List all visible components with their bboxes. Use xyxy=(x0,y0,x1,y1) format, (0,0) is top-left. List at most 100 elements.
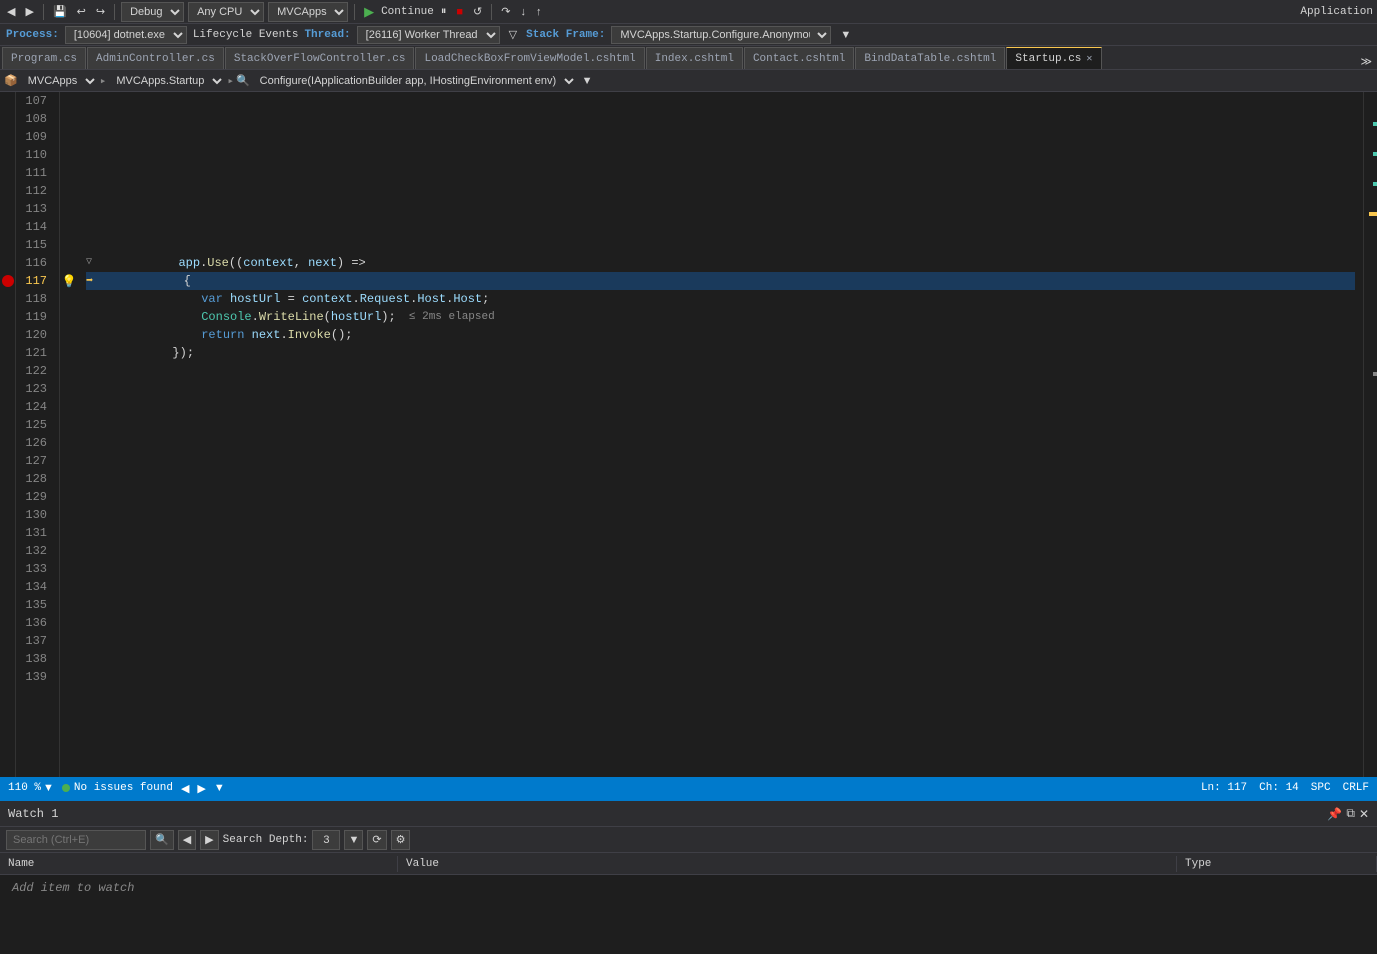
right-marker-1 xyxy=(1373,122,1377,126)
step-into-btn[interactable]: ↓ xyxy=(517,5,529,19)
ln-118: 118 xyxy=(20,290,51,308)
lg-108 xyxy=(60,110,78,128)
ln-128: 128 xyxy=(20,470,51,488)
code-line-125 xyxy=(86,416,1355,434)
code-line-126 xyxy=(86,434,1355,452)
ln-110: 110 xyxy=(20,146,51,164)
code-line-124 xyxy=(86,398,1355,416)
watch-depth-input[interactable] xyxy=(312,830,340,850)
toolbar-undo-btn[interactable]: ↩ xyxy=(74,4,89,19)
code-120-sp xyxy=(244,326,251,344)
navigation-back-btn[interactable]: ◀ xyxy=(181,782,189,795)
code-line-132 xyxy=(86,542,1355,560)
stop-btn[interactable]: ■ xyxy=(453,5,466,19)
process-dropdown[interactable]: [10604] dotnet.exe xyxy=(65,26,187,44)
code-line-131 xyxy=(86,524,1355,542)
lg-117: 💡 xyxy=(60,272,78,290)
issues-dropdown-btn[interactable]: ▼ xyxy=(214,782,225,794)
code-121-content: }); xyxy=(86,344,194,362)
pause-btn[interactable]: ⏸ xyxy=(438,4,450,19)
step-over-btn[interactable]: ↷ xyxy=(498,4,513,19)
status-right: Ln: 117 Ch: 14 SPC CRLF xyxy=(1201,782,1369,794)
tab-binddatatable[interactable]: BindDataTable.cshtml xyxy=(855,47,1005,69)
cpu-dropdown[interactable]: Any CPU xyxy=(188,2,264,22)
breadcrumb-method-dropdown[interactable]: Configure(IApplicationBuilder app, IHost… xyxy=(252,73,577,89)
code-line-128 xyxy=(86,470,1355,488)
ln-115: 115 xyxy=(20,236,51,254)
col-info: Ch: 14 xyxy=(1259,782,1299,794)
tab-program[interactable]: Program.cs xyxy=(2,47,86,69)
tab-index[interactable]: Index.cshtml xyxy=(646,47,743,69)
gutter-row-121 xyxy=(0,344,15,362)
status-issues: No issues found xyxy=(62,782,173,794)
ln-122: 122 xyxy=(20,362,51,380)
restart-btn[interactable]: ↺ xyxy=(470,4,485,19)
thread-dropdown[interactable]: [26116] Worker Thread xyxy=(357,26,500,44)
code-116-indent xyxy=(92,254,178,272)
tab-contact-label: Contact.cshtml xyxy=(753,53,845,65)
lg-115 xyxy=(60,236,78,254)
right-marker-2 xyxy=(1373,152,1377,156)
tab-startup[interactable]: Startup.cs ✕ xyxy=(1006,47,1102,69)
watch-nav-forward-btn[interactable]: ▶ xyxy=(200,830,218,850)
code-line-116: ▽ app . Use (( context , next ) => xyxy=(86,254,1355,272)
breadcrumb-expand-btn[interactable]: ▼ xyxy=(579,74,596,88)
breadcrumb-class-dropdown[interactable]: MVCApps.Startup xyxy=(108,73,225,89)
code-119-console: Console xyxy=(201,308,251,326)
watch-refresh-btn[interactable]: ⟳ xyxy=(367,830,386,850)
ln-132: 132 xyxy=(20,542,51,560)
tab-admin-label: AdminController.cs xyxy=(96,53,215,65)
watch-nav-back-btn[interactable]: ◀ xyxy=(178,830,196,850)
stack-expand-btn[interactable]: ▼ xyxy=(837,28,854,42)
code-118-var: var xyxy=(201,290,223,308)
watch-float-btn[interactable]: ⧉ xyxy=(1346,806,1355,821)
tab-contact[interactable]: Contact.cshtml xyxy=(744,47,854,69)
filter-btn[interactable]: ▽ xyxy=(506,27,520,42)
code-line-122 xyxy=(86,362,1355,380)
ln-131: 131 xyxy=(20,524,51,542)
watch-depth-dropdown-btn[interactable]: ▼ xyxy=(344,830,363,850)
continue-btn[interactable]: ▶ xyxy=(361,3,377,21)
watch-search-btn[interactable]: 🔍 xyxy=(150,830,174,850)
watch-col-name: Name xyxy=(0,856,398,872)
code-119-indent xyxy=(86,308,201,326)
watch-search-input[interactable] xyxy=(6,830,146,850)
line-numbers: 107 108 109 110 111 112 113 114 115 116 … xyxy=(16,92,60,777)
zoom-control: 110 % ▼ xyxy=(8,782,54,794)
lightbulb-icon[interactable]: 💡 xyxy=(62,274,77,289)
toolbar-sep-4 xyxy=(491,4,492,20)
zoom-dropdown-btn[interactable]: ▼ xyxy=(43,782,54,794)
code-line-137 xyxy=(86,632,1355,650)
tab-startup-close[interactable]: ✕ xyxy=(1085,53,1093,65)
code-116-app: app xyxy=(178,254,200,272)
tab-binddatatable-label: BindDataTable.cshtml xyxy=(864,53,996,65)
code-116-context: context xyxy=(243,254,293,272)
gutter-row-112 xyxy=(0,182,15,200)
watch-close-btn[interactable]: ✕ xyxy=(1359,807,1369,821)
stack-frame-dropdown[interactable]: MVCApps.Startup.Configure.Anonymous< xyxy=(611,26,831,44)
toolbar-forward-btn[interactable]: ▶ xyxy=(22,4,36,19)
tab-overflow-btn[interactable]: ≫ xyxy=(1357,54,1375,69)
code-116-comma: , xyxy=(294,254,308,272)
code-119-writeline: WriteLine xyxy=(259,308,324,326)
breadcrumb-namespace-dropdown[interactable]: MVCApps xyxy=(20,73,98,89)
tab-admin[interactable]: AdminController.cs xyxy=(87,47,224,69)
watch-settings-btn[interactable]: ⚙ xyxy=(391,830,411,850)
watch-pin-btn[interactable]: 📌 xyxy=(1327,807,1342,821)
code-content[interactable]: ▽ app . Use (( context , next ) => ➡ { xyxy=(78,92,1363,777)
watch-add-item[interactable]: Add item to watch xyxy=(8,879,1369,897)
toolbar-redo-btn[interactable]: ↪ xyxy=(93,4,108,19)
tab-loadcheckbox[interactable]: LoadCheckBoxFromViewModel.cshtml xyxy=(415,47,644,69)
tab-startup-label: Startup.cs xyxy=(1015,53,1081,65)
right-marker-4 xyxy=(1373,372,1377,376)
toolbar-save-btn[interactable]: 💾 xyxy=(50,4,70,19)
watch-title: Watch 1 xyxy=(8,807,58,821)
navigation-forward-btn[interactable]: ▶ xyxy=(197,782,205,795)
debug-config-dropdown[interactable]: Debug xyxy=(121,2,184,22)
ln-126: 126 xyxy=(20,434,51,452)
step-out-btn[interactable]: ↑ xyxy=(533,5,545,19)
project-dropdown[interactable]: MVCApps xyxy=(268,2,348,22)
watch-content[interactable]: Add item to watch xyxy=(0,875,1377,954)
tab-stackoverflow[interactable]: StackOverFlowController.cs xyxy=(225,47,415,69)
toolbar-back-btn[interactable]: ◀ xyxy=(4,4,18,19)
